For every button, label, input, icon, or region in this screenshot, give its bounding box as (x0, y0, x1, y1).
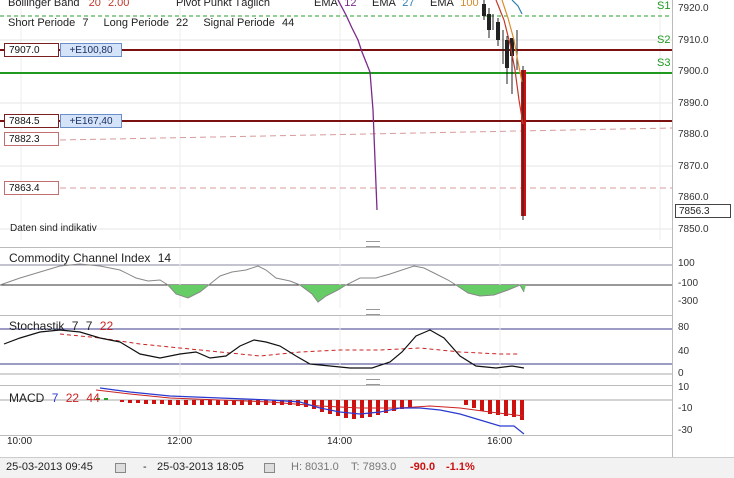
macd-axis-tick: -10 (678, 403, 693, 414)
ema12-label: EMA (314, 0, 338, 9)
macd-p2: 22 (65, 391, 80, 405)
ema27-legend: EMA 27 (372, 0, 415, 9)
footer-change-pct: -1.1% (446, 461, 475, 473)
stochastic-axis-tick: 80 (678, 322, 690, 333)
time-axis-tick: 16:00 (487, 436, 513, 447)
cci-title: Commodity Channel Index (9, 251, 151, 265)
macd-panel[interactable]: MACD 7 22 44 (0, 385, 672, 436)
macd-p3: 44 (86, 391, 100, 405)
stochastic-p3: 22 (99, 319, 114, 333)
ema27-label: EMA (372, 0, 396, 9)
footer-bar: 25-03-2013 09:45 - 25-03-2013 18:05 H: 8… (0, 457, 734, 478)
panel-divider-3[interactable] (0, 378, 672, 385)
macd-histogram (96, 398, 524, 420)
ema12-line (337, 0, 378, 211)
long-period-value: 22 (176, 17, 189, 29)
price-axis-tick: 7890.0 (678, 98, 709, 109)
panel-divider-2[interactable] (0, 308, 672, 315)
stochastic-panel[interactable]: Stochastik 7 7 22 (0, 315, 672, 378)
long-period-label: Long Periode (103, 17, 169, 29)
time-axis-tick: 14:00 (327, 436, 353, 447)
panel-divider-1[interactable] (0, 240, 672, 247)
stochastic-axis-tick: 40 (678, 346, 690, 357)
bollinger-period: 20 (88, 0, 101, 9)
stochastic-p2: 7 (85, 319, 93, 333)
cci-panel[interactable]: Commodity Channel Index 14 (0, 247, 672, 308)
price-axis-tick: 7910.0 (678, 35, 709, 46)
stop-price-box-7882[interactable]: 7882.3 (4, 132, 59, 146)
ema100-value: 100 (460, 0, 479, 9)
current-price-label: 7856.3 (675, 204, 731, 218)
bollinger-label: Bollinger Band (8, 0, 80, 9)
signal-period-label: Signal Periode (203, 17, 275, 29)
macd-title: MACD (9, 391, 45, 405)
footer-change: -90.0 (410, 461, 436, 473)
calendar-from-icon[interactable] (115, 463, 126, 473)
time-axis-tick: 12:00 (167, 436, 193, 447)
time-axis-tick: 10:00 (7, 436, 33, 447)
order-amount-box-2[interactable]: +E167,40 (60, 114, 122, 128)
bollinger-deviation: 2.00 (107, 0, 130, 9)
short-period-value: 7 (82, 17, 89, 29)
signal-period-value: 44 (281, 17, 295, 29)
stochastic-title: Stochastik (9, 319, 65, 333)
ema100-label: EMA (430, 0, 454, 9)
cci-axis-tick: -300 (678, 296, 699, 307)
cci-axis-tick: 100 (678, 258, 695, 269)
order-price-box-7884[interactable]: 7884.5 (4, 114, 59, 128)
calendar-to-icon[interactable] (264, 463, 275, 473)
price-chart-panel[interactable]: Bollinger Band 20 2.00 Pivot Punkt Tägli… (0, 0, 672, 240)
cci-negative-fill (168, 285, 526, 302)
order-price-box-7907[interactable]: 7907.0 (4, 43, 59, 57)
period-legend: Short Periode 7 Long Periode 22 Signal P… (8, 17, 294, 29)
pivot-s3-label: S3 (657, 57, 671, 69)
macd-legend: MACD 7 22 44 (9, 391, 100, 405)
cci-line (0, 263, 525, 303)
stochastic-p1: 7 (71, 319, 79, 333)
macd-svg (0, 386, 672, 436)
disclaimer-text: Daten sind indikativ (10, 223, 97, 234)
short-period-label: Short Periode (8, 17, 76, 29)
bollinger-upper (511, 0, 523, 15)
stochastic-legend: Stochastik 7 7 22 (9, 319, 113, 333)
stop-price-box-7863[interactable]: 7863.4 (4, 181, 59, 195)
macd-p1: 7 (51, 391, 59, 405)
price-axis-tick: 7850.0 (678, 224, 709, 235)
date-to[interactable]: 25-03-2013 18:05 (157, 461, 244, 473)
date-separator: - (143, 461, 147, 473)
macd-axis-tick: 10 (678, 382, 690, 393)
ema27-value: 27 (402, 0, 415, 9)
pivot-legend: Pivot Punkt Täglich (176, 0, 270, 9)
stop-line-7882 (59, 127, 672, 141)
price-axis-tick: 7920.0 (678, 3, 709, 14)
footer-high: H: 8031.0 (291, 461, 339, 473)
stochastic-axis-tick: 0 (678, 368, 684, 379)
pivot-s2-label: S2 (657, 34, 671, 46)
price-axis-tick: 7900.0 (678, 66, 709, 77)
pivot-s1-label: S1 (657, 0, 671, 12)
cci-axis-tick: -100 (678, 278, 699, 289)
footer-target: T: 7893.0 (351, 461, 397, 473)
order-amount-box-1[interactable]: +E100,80 (60, 43, 122, 57)
date-from[interactable]: 25-03-2013 09:45 (6, 461, 93, 473)
price-axis-tick: 7870.0 (678, 161, 709, 172)
time-axis: 10:00 12:00 14:00 16:00 (0, 435, 672, 458)
price-axis-tick: 7880.0 (678, 129, 709, 140)
cci-legend: Commodity Channel Index 14 (9, 251, 171, 265)
ema12-legend: EMA 12 (314, 0, 357, 9)
price-axis-tick: 7860.0 (678, 192, 709, 203)
ema12-value: 12 (344, 0, 357, 9)
macd-line (99, 387, 525, 435)
cci-period: 14 (157, 251, 172, 265)
macd-axis-tick: -30 (678, 425, 693, 436)
bollinger-legend: Bollinger Band 20 2.00 (8, 0, 129, 9)
ema100-legend: EMA 100 (430, 0, 479, 9)
